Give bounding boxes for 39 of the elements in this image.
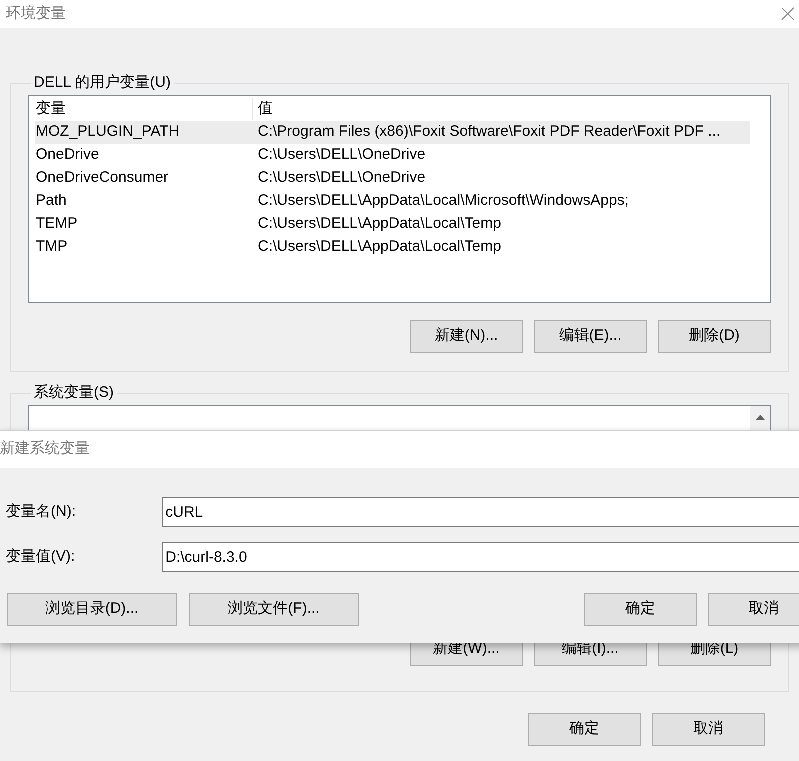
variable-value: C:\Program Files (x86)\Foxit Software\Foxit PDF Reader\Foxit PDF ... (257, 122, 721, 142)
list-row[interactable]: OneDriveConsumer C:\Users\DELL\OneDrive (35, 166, 750, 190)
variable-name: TEMP (35, 214, 79, 234)
variable-name: MOZ_PLUGIN_PATH (35, 122, 181, 142)
field-label: 变量名(N): (5, 502, 77, 522)
action-button[interactable]: 删除(D) (658, 320, 771, 352)
group-title: DELL 的用户变量(U) (33, 73, 172, 93)
input-field[interactable]: D:\curl-8.3.0 (162, 542, 799, 572)
dialog-button[interactable]: 取消 (652, 713, 765, 746)
list-row[interactable]: TMP C:\Users\DELL\AppData\Local\Temp (35, 236, 750, 258)
variable-value: C:\Users\DELL\AppData\Local\Temp (257, 236, 502, 257)
action-button[interactable]: 新建(N)... (410, 320, 523, 352)
close-icon[interactable] (781, 7, 795, 21)
variable-name: Path (35, 190, 68, 211)
list-row[interactable]: TEMP C:\Users\DELL\AppData\Local\Temp (35, 212, 750, 236)
variable-name: TMP (35, 236, 69, 257)
variable-name: OneDrive (35, 144, 100, 165)
list-row[interactable]: OneDrive C:\Users\DELL\OneDrive (35, 144, 750, 166)
browse-button[interactable]: 浏览目录(D)... (7, 593, 177, 626)
group-title: 系统变量(S) (33, 383, 115, 403)
variable-value: C:\Users\DELL\AppData\Local\Temp (257, 214, 502, 234)
variable-value: C:\Users\DELL\OneDrive (257, 144, 426, 165)
list-row[interactable]: MOZ_PLUGIN_PATH C:\Program Files (x86)\Foxit Software\Foxit PDF Reader\Foxit PDF ... (35, 120, 750, 144)
field-label: 变量值(V): (5, 546, 76, 567)
input-field[interactable]: cURL (162, 497, 799, 527)
column-header[interactable]: 值 (253, 98, 273, 120)
variable-value: C:\Users\DELL\AppData\Local\Microsoft\WindowsApps; (257, 190, 629, 211)
variable-value: C:\Users\DELL\OneDrive (257, 168, 426, 188)
dialog-button[interactable]: 确定 (528, 713, 641, 746)
scroll-up-icon[interactable] (756, 414, 764, 420)
action-button[interactable]: 编辑(E)... (534, 320, 647, 352)
window-title: 新建系统变量 (0, 439, 90, 460)
window-title: 环境变量 (6, 4, 66, 24)
browse-button[interactable]: 浏览文件(F)... (189, 593, 359, 626)
list-row[interactable]: Path C:\Users\DELL\AppData\Local\Microsoft\WindowsApps; (35, 190, 750, 212)
dialog-button[interactable]: 确定 (584, 593, 697, 626)
column-header[interactable]: 变量 (35, 98, 253, 120)
variable-name: OneDriveConsumer (35, 168, 170, 188)
dialog-button[interactable]: 取消 (708, 593, 799, 626)
